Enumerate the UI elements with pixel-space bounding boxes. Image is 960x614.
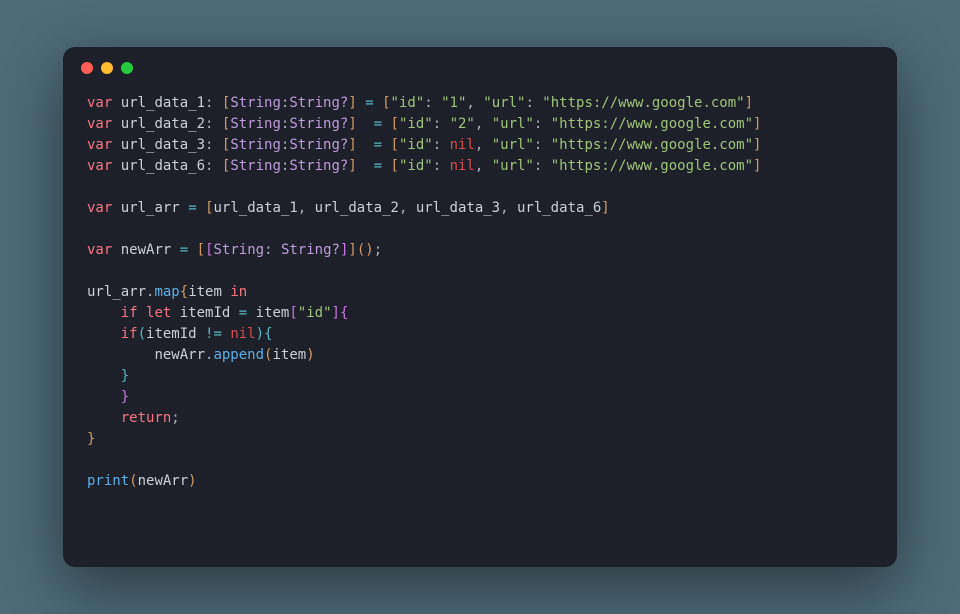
zoom-icon[interactable]: [121, 62, 133, 74]
titlebar: [63, 47, 897, 89]
line-19: print(newArr): [87, 473, 197, 489]
line-4: var url_data_6: [String:String?] = ["id"…: [87, 158, 761, 174]
line-2: var url_data_2: [String:String?] = ["id"…: [87, 116, 761, 132]
code-block: var url_data_1: [String:String?] = ["id"…: [63, 89, 897, 512]
line-11: if let itemId = item["id"]{: [87, 305, 348, 321]
close-icon[interactable]: [81, 62, 93, 74]
line-12: if(itemId != nil){: [87, 326, 273, 342]
line-17: }: [87, 431, 95, 447]
line-1: var url_data_1: [String:String?] = ["id"…: [87, 95, 753, 111]
line-10: url_arr.map{item in: [87, 284, 247, 300]
line-16: return;: [87, 410, 180, 426]
line-14: }: [87, 368, 129, 384]
line-8: var newArr = [[String: String?]]();: [87, 242, 382, 258]
line-13: newArr.append(item): [87, 347, 315, 363]
line-3: var url_data_3: [String:String?] = ["id"…: [87, 137, 761, 153]
minimize-icon[interactable]: [101, 62, 113, 74]
line-6: var url_arr = [url_data_1, url_data_2, u…: [87, 200, 610, 216]
code-window: var url_data_1: [String:String?] = ["id"…: [63, 47, 897, 567]
line-15: }: [87, 389, 129, 405]
